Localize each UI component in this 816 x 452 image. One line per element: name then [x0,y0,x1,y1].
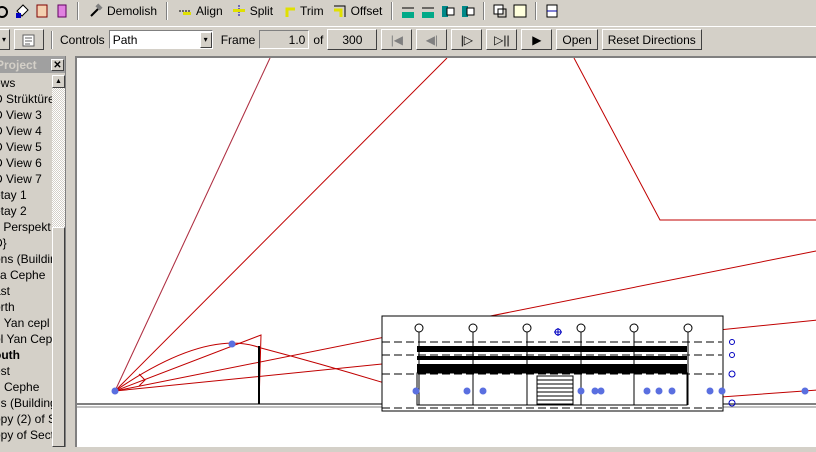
properties-button[interactable] [14,29,44,50]
project-browser: Project ✕ ewsD StrüktürelD View 3D View … [0,56,66,447]
offset-icon [332,3,348,19]
dropdown-button[interactable]: ▾ [0,29,10,50]
close-icon[interactable]: ✕ [51,58,64,71]
align-icon [177,3,193,19]
measure-icon[interactable] [544,3,560,19]
view-list-item[interactable]: D View 4 [0,123,52,139]
controls-value: Path [112,32,138,47]
properties-icon [21,32,37,48]
view-list-item[interactable]: ka Cephe [0,267,52,283]
view-list-item[interactable]: est [0,363,52,379]
view-list-item[interactable]: D Strüktürel [0,91,52,107]
trim-icon [281,3,297,19]
opening-icon[interactable] [54,3,70,19]
next-key-frame-button[interactable]: ▷|| [486,29,518,50]
separator [51,30,53,49]
separator [535,2,538,20]
view-list-item[interactable]: outh [0,347,52,363]
view-list-item[interactable]: ews [0,75,52,91]
view-list-item[interactable]: opy of Secti [0,427,52,443]
frame-total: 300 [327,29,378,50]
offset-label: Offset [350,4,383,18]
previous-key-frame-button[interactable]: ◀| [416,29,448,50]
demolish-label: Demolish [107,4,158,18]
controls-label: Controls [60,32,105,47]
project-browser-title: Project ✕ [0,56,65,73]
paint-icon[interactable] [14,3,30,19]
split-icon [231,3,247,19]
walkthrough-view [77,57,816,412]
first-frame-button[interactable]: |◀ [381,29,413,50]
drawing-canvas[interactable] [75,56,816,447]
view-list-item[interactable]: ast [0,283,52,299]
separator [166,2,169,20]
view-list-item[interactable]: etay 2 [0,203,52,219]
scroll-thumb[interactable] [52,227,65,447]
view-list-item[interactable]: D} [0,235,52,251]
trim-label: Trim [300,4,324,18]
frame-value: 1.0 [288,32,306,47]
view-list: ewsD StrüktürelD View 3D View 4D View 5D… [0,75,52,443]
view-list-item[interactable]: ş Perspekt [0,219,52,235]
of-label: of [313,32,324,47]
view-list-item[interactable]: orth [0,299,52,315]
view-list-item[interactable]: D View 7 [0,171,52,187]
view-list-item[interactable]: ons (Buildin [0,251,52,267]
vertical-scrollbar[interactable]: ▲ [52,75,65,447]
trim-button[interactable]: Trim [279,3,326,19]
demolish-button[interactable]: Demolish [86,3,159,19]
view-list-item[interactable]: D View 5 [0,139,52,155]
open-button[interactable]: Open [556,29,598,50]
building-elevation [381,315,736,412]
separator [483,2,486,20]
resize-icon[interactable] [460,3,476,19]
chevron-down-icon[interactable]: ▾ [199,31,212,48]
view-list-item[interactable]: opy (2) of Se [0,411,52,427]
separator [77,2,79,20]
copy-monitor-icon[interactable] [400,3,416,19]
frame-label: Frame [220,32,256,47]
hammer-icon [88,3,104,19]
next-frame-button[interactable]: |▷ [451,29,483,50]
reset-label: Reset Directions [607,32,696,47]
split-label: Split [249,4,274,18]
view-list-item[interactable]: ğ Yan cepl [0,315,52,331]
frame-total-value: 300 [342,32,363,47]
align-label: Align [196,4,223,18]
group-icon[interactable] [492,3,508,19]
view-list-item[interactable]: D View 3 [0,107,52,123]
link-icon[interactable] [512,3,528,19]
play-button[interactable]: ▶ [521,29,553,50]
controls-select[interactable]: Path ▾ [108,30,213,49]
split-button[interactable]: Split [229,3,275,19]
view-list-item[interactable]: n Cephe [0,379,52,395]
separator [391,2,394,20]
component-icon[interactable] [34,3,50,19]
view-list-item[interactable]: etay 1 [0,187,52,203]
scroll-up-icon[interactable]: ▲ [52,75,65,88]
open-label: Open [562,32,592,47]
reset-directions-button[interactable]: Reset Directions [601,29,702,50]
splitter[interactable] [66,56,75,447]
path-line [114,57,271,392]
view-list-item[interactable]: D View 6 [0,155,52,171]
view-list-item[interactable]: ns (Building [0,395,52,411]
main-toolbar: Demolish Align Split Trim Offset [0,0,816,22]
frame-input[interactable]: 1.0 [259,30,310,49]
walkthrough-controls-bar: ▾ Controls Path ▾ Frame 1.0 of 300 |◀ ◀|… [0,26,816,52]
array-icon[interactable] [420,3,436,19]
tool-icon[interactable] [0,3,10,19]
panel-title: Project [0,57,37,72]
mirror-icon[interactable] [440,3,456,19]
offset-button[interactable]: Offset [330,3,385,19]
view-list-item[interactable]: ol Yan Ceph [0,331,52,347]
align-button[interactable]: Align [175,3,225,19]
